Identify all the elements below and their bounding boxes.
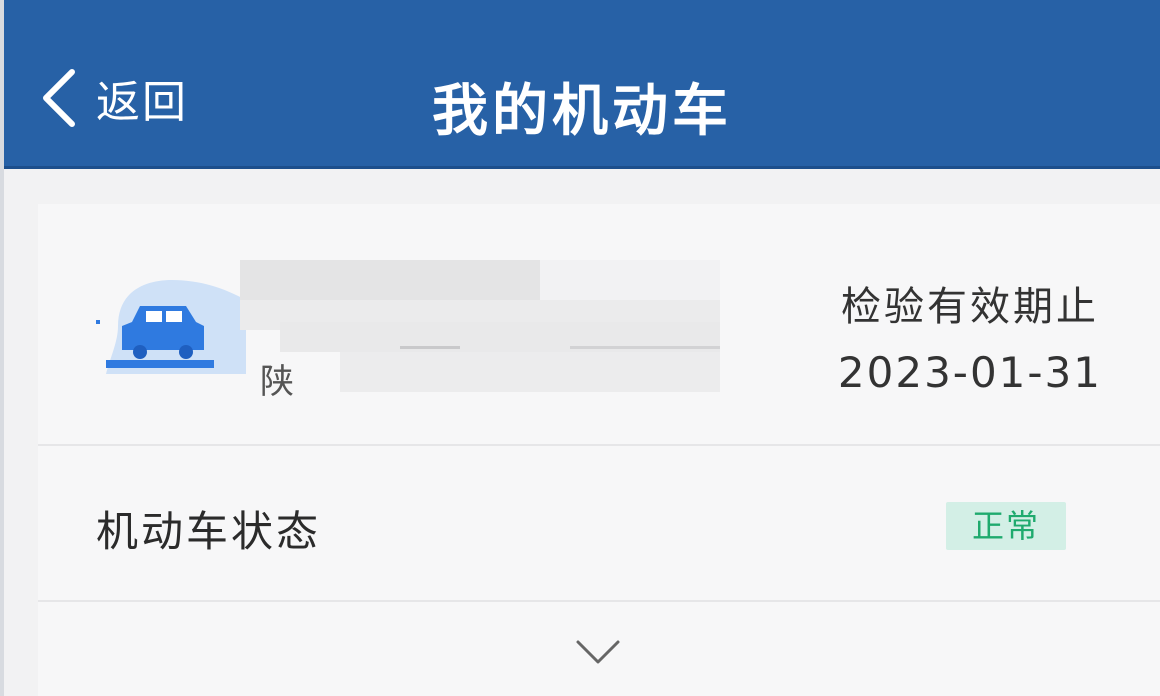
vehicle-card: 陕 检验有效期止 2023-01-31 机动车状态 正常 <box>38 204 1160 696</box>
divider <box>38 600 1160 602</box>
chevron-down-icon[interactable] <box>572 634 624 670</box>
inspection-expiry: 检验有效期止 2023-01-31 <box>838 274 1102 397</box>
status-badge: 正常 <box>946 502 1066 550</box>
inspection-label: 检验有效期止 <box>840 284 1099 330</box>
plate-prefix: 陕 <box>260 362 294 402</box>
nav-header: 返回 我的机动车 <box>4 0 1160 169</box>
page-title: 我的机动车 <box>432 79 732 144</box>
status-label: 机动车状态 <box>96 507 322 556</box>
vehicle-status-row: 机动车状态 正常 <box>38 446 1160 600</box>
plate-number-redacted <box>240 260 720 392</box>
inspection-date: 2023-01-31 <box>837 348 1102 397</box>
vehicle-summary-row[interactable]: 陕 检验有效期止 2023-01-31 <box>38 204 1160 444</box>
